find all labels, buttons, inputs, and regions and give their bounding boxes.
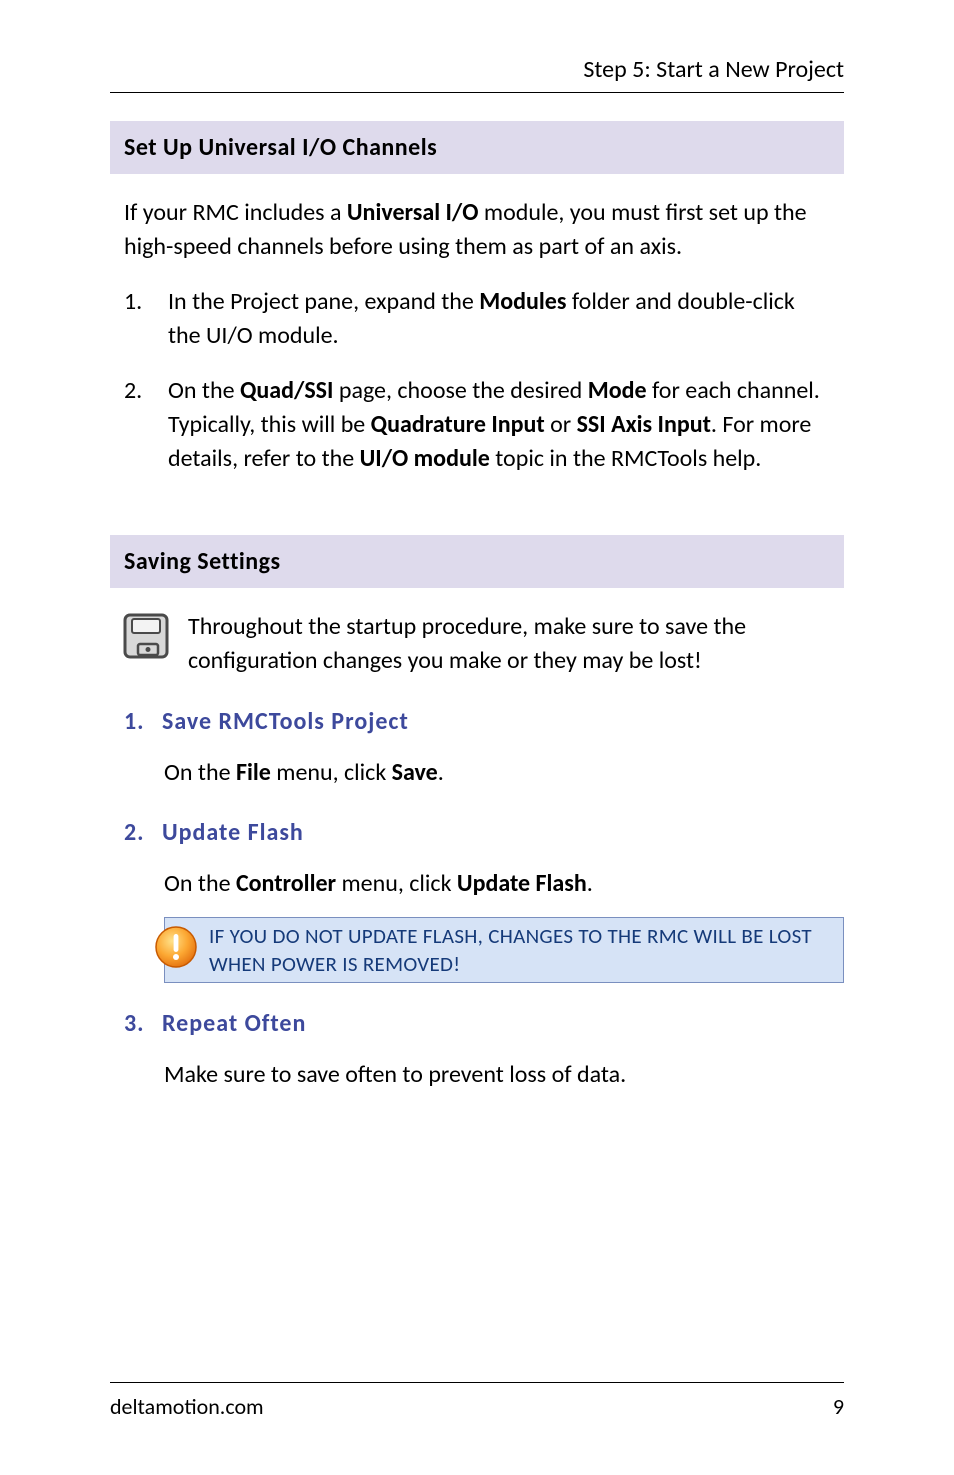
page-header-title: Step 5: Start a New Project	[110, 55, 844, 93]
list-item-2: 2. On the Quad/SSI page, choose the desi…	[110, 374, 844, 475]
saving-intro-text: Throughout the startup procedure, make s…	[188, 610, 834, 677]
text-fragment: menu, click	[336, 869, 457, 898]
sub-body-repeat-often: Make sure to save often to prevent loss …	[110, 1058, 844, 1092]
section-heading-universal-io: Set Up Universal I/O Channels	[110, 121, 844, 174]
text-fragment: menu, click	[271, 758, 392, 787]
bold-uio-module: UI/O module	[360, 444, 490, 473]
bold-mode: Mode	[588, 376, 647, 405]
footer-page-number: 9	[833, 1393, 844, 1420]
list-text: On the Quad/SSI page, choose the desired…	[168, 374, 830, 475]
warning-callout: IF YOU DO NOT UPDATE FLASH, CHANGES TO T…	[164, 917, 844, 984]
floppy-disk-icon	[120, 610, 180, 667]
warning-callout-text: IF YOU DO NOT UPDATE FLASH, CHANGES TO T…	[209, 922, 831, 979]
page-footer: deltamotion.com 9	[110, 1382, 844, 1420]
sub-body-save-project: On the File menu, click Save.	[110, 756, 844, 790]
subhead-update-flash: 2.Update Flash	[110, 818, 844, 847]
text-fragment: If your RMC includes a	[124, 198, 347, 227]
section-heading-saving-settings: Saving Settings	[110, 535, 844, 588]
list-item-1: 1. In the Project pane, expand the Modul…	[110, 285, 844, 352]
text-fragment: On the	[164, 869, 236, 898]
text-fragment: or	[545, 410, 577, 439]
subhead-title: Save RMCTools Project	[162, 707, 409, 736]
text-fragment: page, choose the desired	[333, 376, 587, 405]
list-text: In the Project pane, expand the Modules …	[168, 285, 830, 352]
text-fragment: .	[438, 758, 444, 787]
subhead-title: Update Flash	[162, 818, 304, 847]
text-fragment: On the	[168, 376, 240, 405]
bold-ssi-axis-input: SSI Axis Input	[577, 410, 711, 439]
text-fragment: .	[587, 869, 593, 898]
subhead-title: Repeat Often	[162, 1009, 306, 1038]
bold-quad-ssi: Quad/SSI	[240, 376, 333, 405]
text-fragment: topic in the RMCTools help.	[490, 444, 762, 473]
subhead-repeat-often: 3.Repeat Often	[110, 1009, 844, 1038]
bold-update-flash: Update Flash	[457, 869, 587, 898]
bold-universal-io: Universal I/O	[347, 198, 479, 227]
bold-modules: Modules	[479, 287, 566, 316]
warning-exclamation-icon	[153, 924, 199, 975]
list-number: 1.	[124, 285, 168, 352]
subhead-number: 2.	[124, 818, 162, 847]
list-number: 2.	[124, 374, 168, 475]
bold-controller: Controller	[236, 869, 336, 898]
bold-quadrature-input: Quadrature Input	[371, 410, 545, 439]
footer-url: deltamotion.com	[110, 1393, 264, 1420]
icon-text-row: Throughout the startup procedure, make s…	[110, 610, 844, 677]
text-fragment: On the	[164, 758, 236, 787]
intro-paragraph: If your RMC includes a Universal I/O mod…	[110, 196, 844, 263]
subhead-number: 3.	[124, 1009, 162, 1038]
sub-body-update-flash: On the Controller menu, click Update Fla…	[110, 867, 844, 901]
bold-file: File	[236, 758, 271, 787]
text-fragment: In the Project pane, expand the	[168, 287, 479, 316]
subhead-save-project: 1.Save RMCTools Project	[110, 707, 844, 736]
bold-save: Save	[392, 758, 438, 787]
subhead-number: 1.	[124, 707, 162, 736]
